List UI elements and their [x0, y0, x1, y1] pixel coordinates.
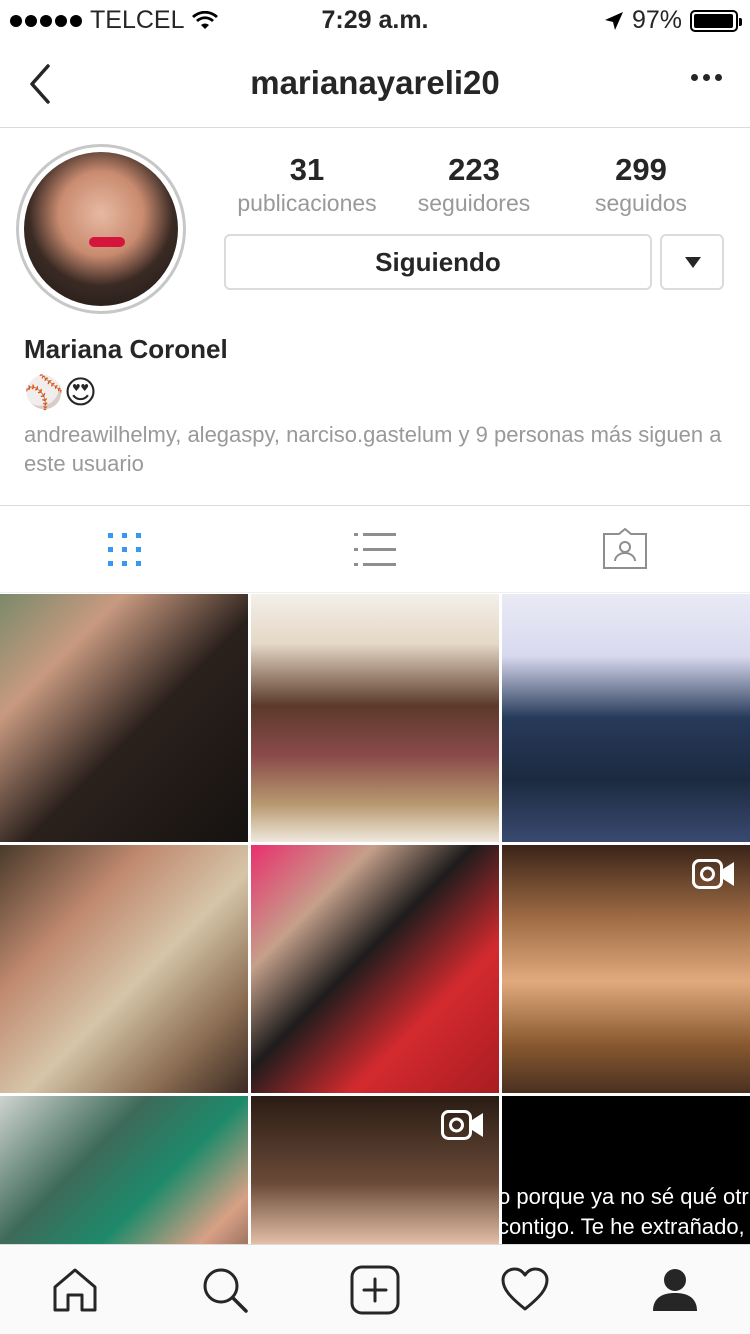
stat-following[interactable]: 299 seguidos [556, 152, 726, 217]
posts-label: publicaciones [237, 190, 377, 216]
page-title: marianayareli20 [250, 64, 500, 101]
suggestions-dropdown-button[interactable] [660, 234, 724, 290]
profile-photo [24, 152, 178, 306]
grid-icon [108, 533, 141, 566]
post-thumbnail[interactable] [251, 845, 499, 1093]
followers-count: 223 [448, 152, 500, 187]
followers-label: seguidores [417, 190, 531, 216]
triangle-down-icon [685, 257, 701, 268]
location-arrow-icon [604, 11, 623, 30]
video-icon [692, 859, 734, 889]
status-bar: TELCEL 7:29 a.m. 97% [0, 0, 750, 40]
post-thumbnail[interactable] [502, 594, 750, 842]
list-icon [354, 533, 396, 566]
followed-by-text[interactable]: andreawilhelmy, alegaspy, narciso.gastel… [24, 420, 734, 478]
profile-view-tabs [0, 505, 750, 593]
post-thumbnail[interactable]: o porque ya no sé qué otr contigo. Te he… [502, 1096, 750, 1244]
avatar[interactable] [16, 144, 186, 314]
full-name: Mariana Coronel [24, 334, 228, 364]
post-text-overlay: o porque ya no sé qué otr contigo. Te he… [502, 1184, 749, 1239]
video-icon [441, 1110, 483, 1140]
posts-grid: o porque ya no sé qué otr contigo. Te he… [0, 594, 750, 1244]
battery-icon [690, 9, 742, 32]
add-post-icon[interactable] [350, 1265, 400, 1315]
posts-count: 31 [289, 152, 325, 187]
profile-icon[interactable] [650, 1265, 700, 1315]
navigation-bar: marianayareli20 [0, 40, 750, 128]
tab-tagged[interactable] [500, 506, 750, 594]
post-thumbnail[interactable] [251, 594, 499, 842]
stat-posts: 31 publicaciones [222, 152, 392, 217]
post-thumbnail[interactable] [0, 1096, 248, 1244]
post-thumbnail[interactable] [251, 1096, 499, 1244]
following-button[interactable]: Siguiendo [224, 234, 652, 290]
post-thumbnail[interactable] [0, 845, 248, 1093]
tab-grid[interactable] [0, 506, 250, 594]
more-options-icon[interactable] [691, 74, 722, 81]
battery-percent: 97% [631, 6, 682, 34]
post-thumbnail[interactable] [0, 594, 248, 842]
bottom-tab-bar [0, 1244, 750, 1334]
home-icon[interactable] [50, 1265, 100, 1315]
tagged-photos-icon [603, 528, 647, 569]
following-label: seguidos [594, 190, 688, 216]
search-icon[interactable] [200, 1265, 250, 1315]
tab-list[interactable] [250, 506, 500, 594]
bio-text: ⚾😍 [24, 374, 98, 410]
stat-followers[interactable]: 223 seguidores [389, 152, 559, 217]
following-count: 299 [615, 152, 667, 187]
heart-icon[interactable] [500, 1265, 550, 1315]
post-thumbnail[interactable] [502, 845, 750, 1093]
